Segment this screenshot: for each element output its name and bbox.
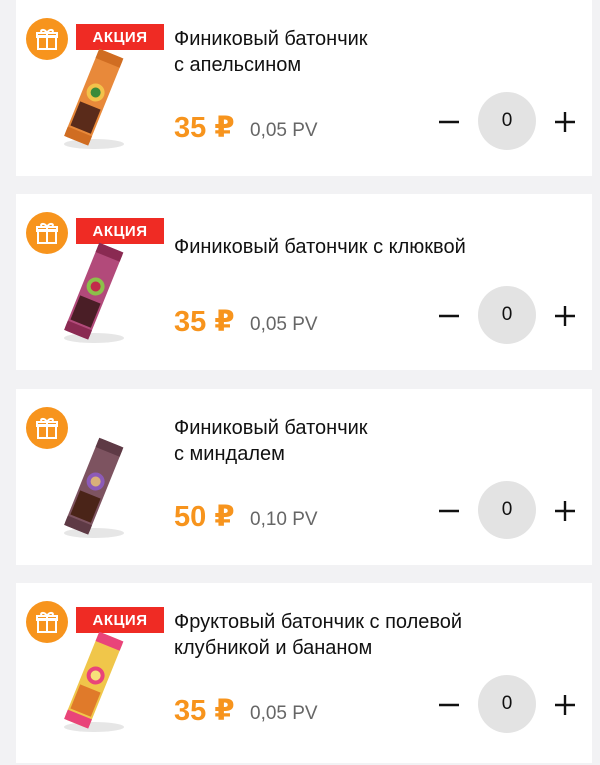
minus-button[interactable] — [434, 104, 464, 140]
plus-icon — [555, 501, 575, 521]
minus-button[interactable] — [434, 493, 464, 529]
plus-button[interactable] — [550, 104, 580, 140]
quantity-value[interactable]: 0 — [478, 675, 536, 733]
product-price: 35 ₽ — [174, 306, 235, 338]
plus-button[interactable] — [550, 493, 580, 529]
minus-icon — [439, 120, 459, 124]
minus-icon — [439, 703, 459, 707]
product-pv: 0,05 PV — [250, 314, 318, 335]
product-card[interactable]: Финиковый батончик с миндалем 50 ₽ 0,10 … — [16, 389, 592, 565]
quantity-value[interactable]: 0 — [478, 481, 536, 539]
quantity-value[interactable]: 0 — [478, 92, 536, 150]
product-pv: 0,05 PV — [250, 120, 318, 141]
product-price: 35 ₽ — [174, 112, 235, 144]
plus-icon — [555, 306, 575, 326]
product-card[interactable]: АКЦИЯ Финиковый батончик с клюквой 35 ₽ … — [16, 194, 592, 370]
product-image[interactable] — [52, 433, 134, 543]
minus-icon — [439, 509, 459, 513]
plus-button[interactable] — [550, 298, 580, 334]
product-image[interactable] — [52, 44, 134, 154]
product-title[interactable]: Фруктовый батончик с полевой клубникой и… — [174, 609, 554, 661]
product-card[interactable]: АКЦИЯ Фруктовый батончик с полевой клубн… — [16, 583, 592, 763]
minus-button[interactable] — [434, 298, 464, 334]
plus-icon — [555, 695, 575, 715]
product-card[interactable]: АКЦИЯ Финиковый батончик с апельсином 35… — [16, 0, 592, 176]
product-title[interactable]: Финиковый батончик с клюквой — [174, 234, 554, 260]
product-image[interactable] — [52, 627, 134, 737]
product-image[interactable] — [52, 238, 134, 348]
product-pv: 0,10 PV — [250, 509, 318, 530]
product-price: 35 ₽ — [174, 695, 235, 727]
product-price: 50 ₽ — [174, 501, 235, 533]
minus-icon — [439, 314, 459, 318]
minus-button[interactable] — [434, 687, 464, 723]
product-title[interactable]: Финиковый батончик с апельсином — [174, 26, 554, 78]
plus-icon — [555, 112, 575, 132]
product-pv: 0,05 PV — [250, 703, 318, 724]
product-title[interactable]: Финиковый батончик с миндалем — [174, 415, 554, 467]
quantity-value[interactable]: 0 — [478, 286, 536, 344]
plus-button[interactable] — [550, 687, 580, 723]
